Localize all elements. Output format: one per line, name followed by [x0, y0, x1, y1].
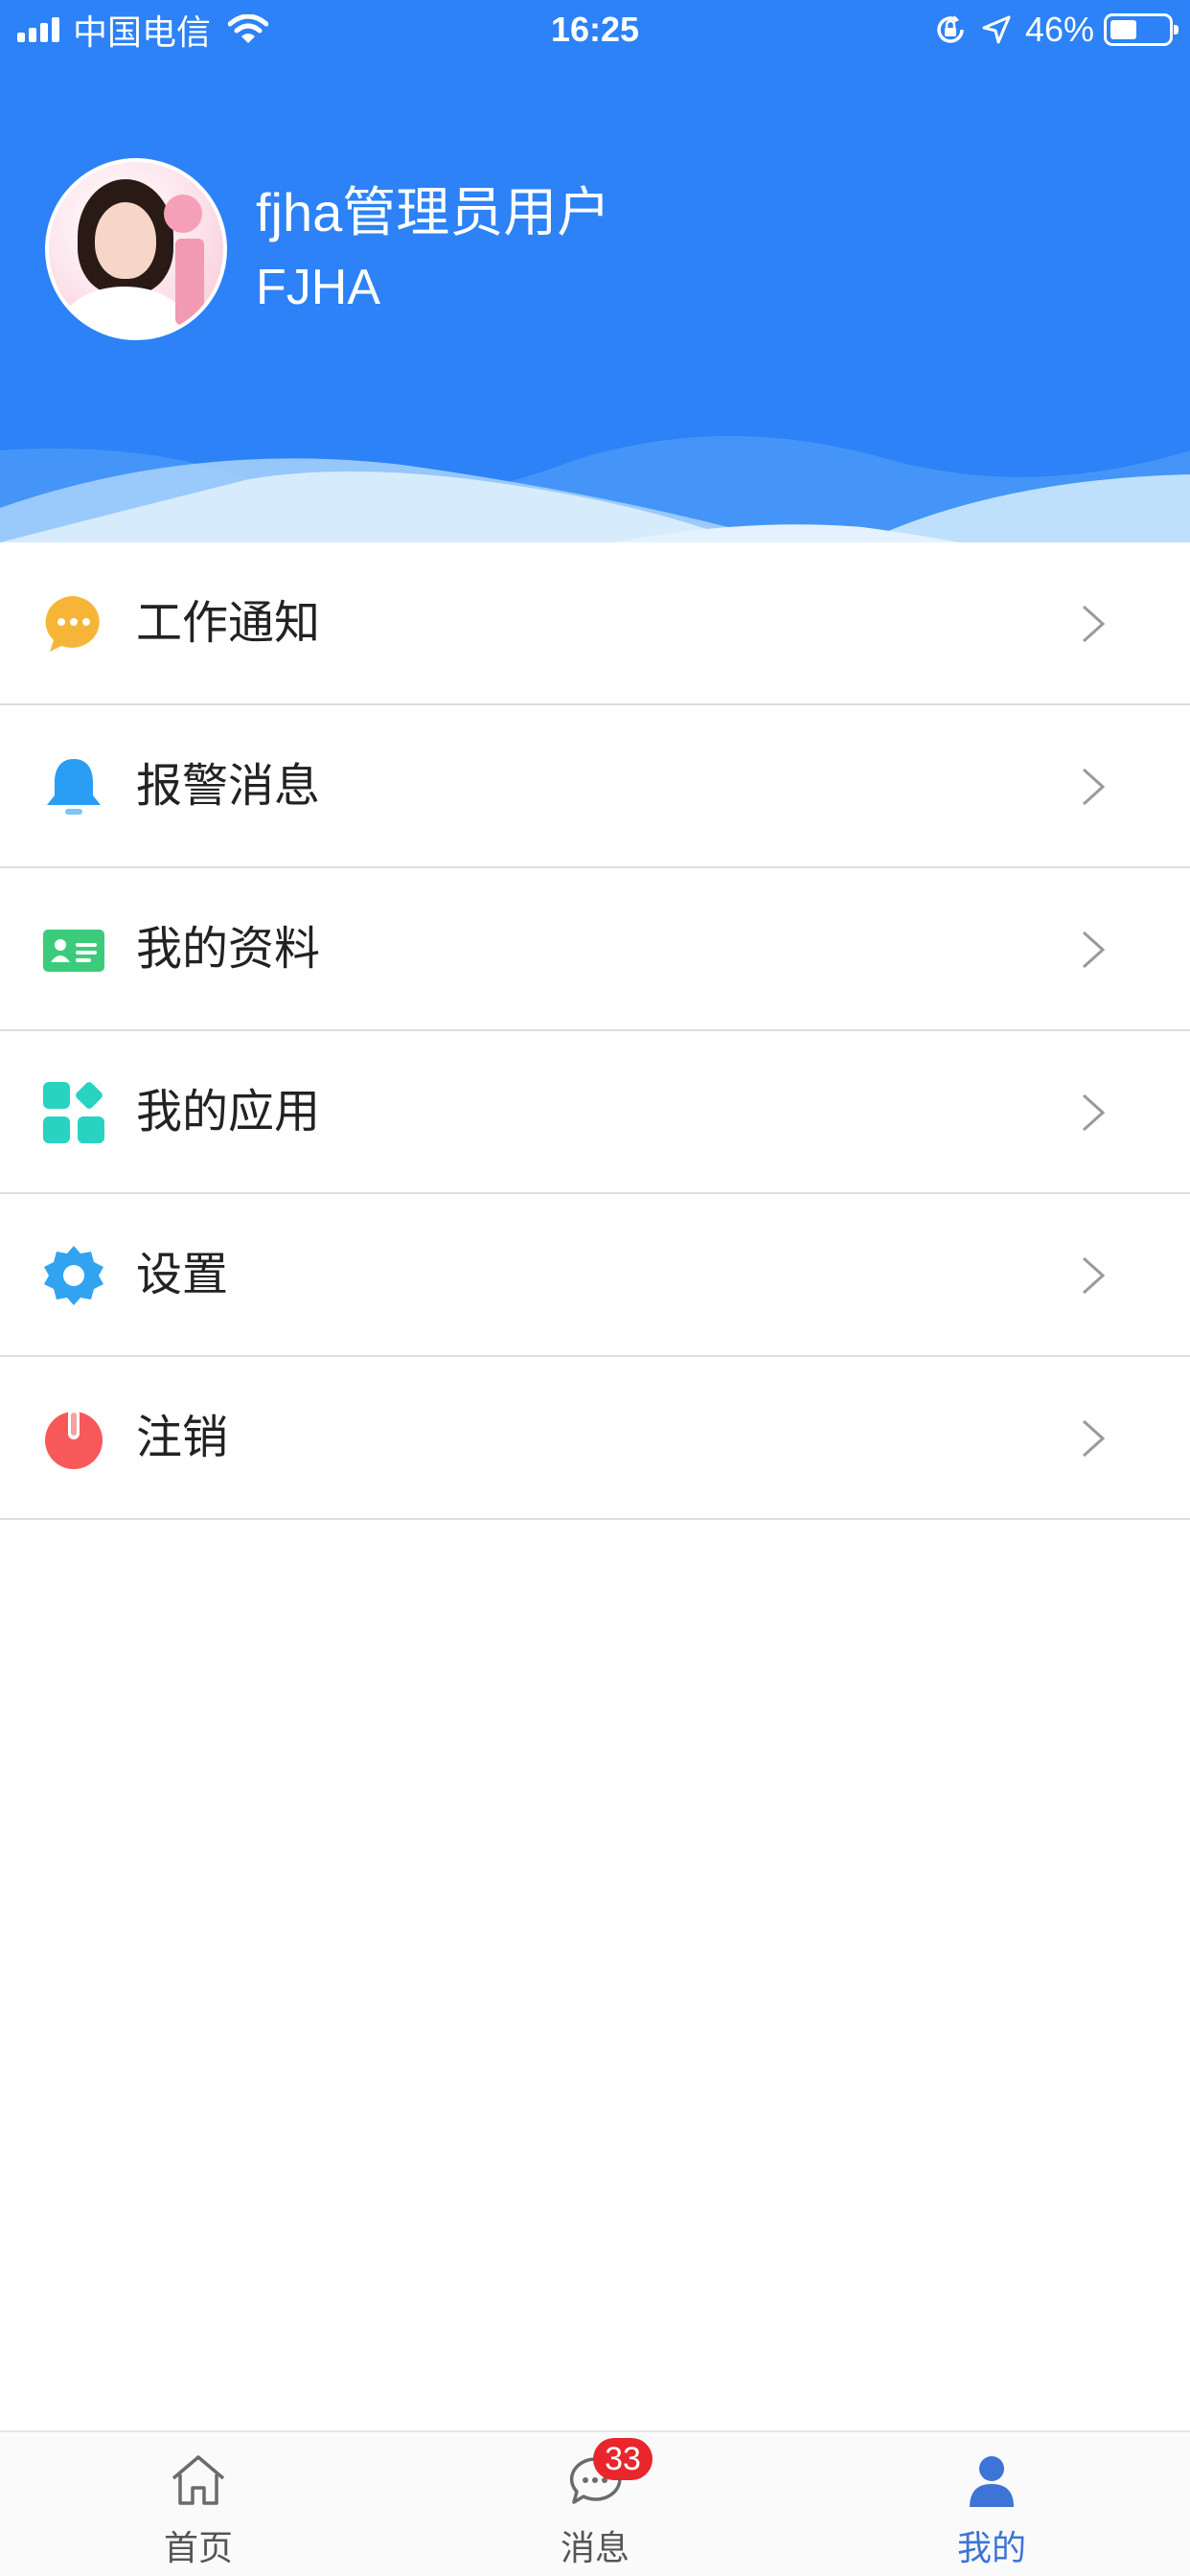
location-arrow-icon — [982, 15, 1011, 44]
menu-item-work-notice[interactable]: 工作通知 — [0, 542, 1190, 705]
menu-item-my-profile[interactable]: 我的资料 — [0, 868, 1190, 1031]
tab-label: 首页 — [163, 2528, 233, 2567]
user-account: FJHA — [256, 260, 380, 315]
unread-badge: 33 — [593, 2438, 652, 2480]
tab-label: 我的 — [956, 2528, 1026, 2567]
chevron-right-icon — [1082, 1093, 1106, 1132]
power-icon — [45, 1409, 103, 1469]
chevron-right-icon — [1082, 931, 1106, 969]
menu-item-label: 我的资料 — [136, 924, 321, 975]
chevron-right-icon — [1082, 1256, 1106, 1295]
chevron-right-icon — [1082, 1419, 1106, 1458]
gear-icon — [44, 1246, 103, 1305]
orientation-lock-icon — [937, 15, 964, 43]
menu-item-label: 报警消息 — [136, 761, 321, 812]
menu-item-label: 我的应用 — [136, 1087, 321, 1138]
tab-label: 消息 — [560, 2528, 629, 2567]
menu-item-label: 注销 — [136, 1413, 229, 1463]
avatar[interactable] — [45, 158, 227, 340]
id-card-icon — [43, 930, 104, 972]
user-name: fjha管理员用户 — [256, 182, 611, 242]
battery-icon — [1104, 13, 1179, 46]
profile-header: 中国电信 16:25 46% fjha管理员用户 FJHA — [0, 0, 1190, 542]
menu-item-settings[interactable]: 设置 — [0, 1194, 1190, 1357]
battery-percent: 46% — [1024, 10, 1094, 49]
chevron-right-icon — [1082, 768, 1106, 806]
bell-icon — [47, 759, 101, 815]
chevron-right-icon — [1082, 605, 1106, 643]
menu-item-alarm-messages[interactable]: 报警消息 — [0, 705, 1190, 868]
menu-item-label: 设置 — [136, 1250, 229, 1300]
menu-item-logout[interactable]: 注销 — [0, 1357, 1190, 1520]
home-icon — [172, 2455, 225, 2505]
header-wave-decoration — [0, 436, 1190, 542]
tab-messages[interactable]: 33 消息 — [397, 2432, 793, 2576]
menu-item-my-apps[interactable]: 我的应用 — [0, 1031, 1190, 1194]
apps-grid-icon — [43, 1082, 104, 1143]
menu-list: 工作通知 报警消息 我的资料 我的应用 设置 注销 — [0, 542, 1190, 1520]
tab-bar: 首页 33 消息 我的 — [0, 2430, 1190, 2576]
chat-bubble-icon — [45, 595, 100, 652]
tab-me[interactable]: 我的 — [793, 2432, 1190, 2576]
menu-item-label: 工作通知 — [136, 598, 321, 649]
status-bar: 中国电信 16:25 46% — [0, 0, 1190, 59]
tab-home[interactable]: 首页 — [0, 2432, 397, 2576]
person-icon — [970, 2456, 1014, 2507]
